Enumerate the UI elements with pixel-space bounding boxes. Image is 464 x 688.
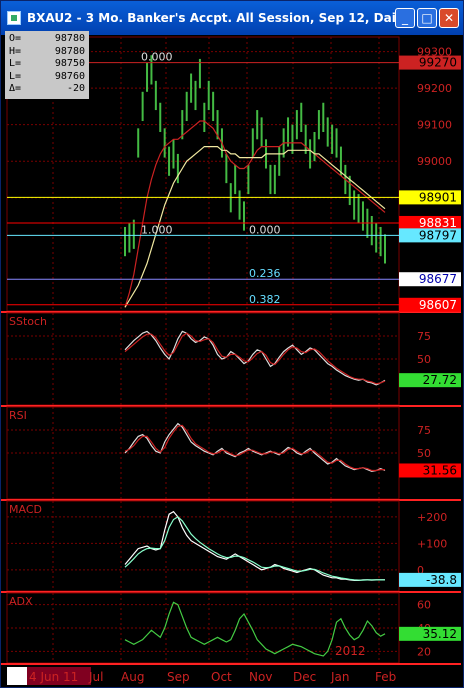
x-tick-label: Jul — [88, 670, 103, 684]
minimize-button[interactable]: _ — [395, 8, 415, 28]
last-value-label: 35.12 — [423, 627, 457, 641]
last-value-label: 27.72 — [423, 373, 457, 387]
indicator-title: RSI — [9, 409, 27, 422]
price-label: 99270 — [419, 56, 457, 70]
ohlc-label: Δ= — [9, 83, 22, 94]
y-tick-label: 99000 — [417, 155, 452, 168]
ohlc-value: 98780 — [54, 33, 85, 44]
chart-background — [1, 35, 463, 687]
y-tick-label: 99100 — [417, 119, 452, 132]
price-label: 98797 — [419, 228, 457, 242]
y-tick-label: 75 — [417, 330, 431, 343]
window-title: BXAU2 - 3 Mo. Banker's Accpt. All Sessio… — [27, 11, 408, 25]
fib-label: 1.000 — [141, 223, 173, 236]
y-tick-label: +100 — [417, 537, 447, 550]
indicator-title: SStoch — [9, 315, 47, 328]
chart-app-icon — [7, 11, 21, 25]
x-tick-label: Feb — [375, 670, 396, 684]
y-tick-label: 50 — [417, 353, 431, 366]
fib-label: 0.236 — [249, 267, 281, 280]
indicator-title: ADX — [9, 595, 33, 608]
x-axis-cursor-box — [7, 667, 27, 685]
fib-label: 0.000 — [249, 223, 281, 236]
x-tick-label: Jan — [330, 670, 350, 684]
ohlc-value: 98750 — [54, 58, 85, 69]
close-button[interactable]: ✕ — [439, 8, 459, 28]
y-tick-label: 99200 — [417, 82, 452, 95]
price-label: 98607 — [419, 298, 457, 312]
ohlc-label: L= — [9, 70, 22, 82]
ohlc-value: 98760 — [54, 70, 85, 82]
last-value-label: -38.8 — [426, 573, 457, 587]
price-label: 98901 — [419, 190, 457, 204]
year-label: 2012 — [335, 644, 366, 658]
x-tick-label: Sep — [167, 670, 190, 684]
x-tick-label: Dec — [293, 670, 316, 684]
x-tick-label: 4 Jun 11 — [29, 670, 78, 684]
x-tick-label: Aug — [121, 670, 144, 684]
x-tick-label: Oct — [211, 670, 232, 684]
ohlc-value: 98780 — [54, 45, 85, 57]
fib-label: 0.000 — [141, 51, 173, 64]
ohlc-label: H= — [9, 45, 22, 57]
ohlc-panel: O= 98780 H= 98780 L= 98750 L= 98760 Δ= -20 — [5, 31, 89, 99]
last-value-label: 31.56 — [423, 463, 457, 477]
maximize-button[interactable]: □ — [417, 8, 437, 28]
y-tick-label: 75 — [417, 424, 431, 437]
chart-canvas[interactable]: 9930099200991009900098900992709890198831… — [1, 35, 463, 687]
y-tick-label: 20 — [417, 645, 431, 658]
y-tick-label: 60 — [417, 599, 431, 612]
chart-window: BXAU2 - 3 Mo. Banker's Accpt. All Sessio… — [0, 0, 464, 688]
x-tick-label: Nov — [249, 670, 272, 684]
indicator-title: MACD — [9, 503, 42, 516]
ohlc-label: O= — [9, 33, 22, 44]
ohlc-value: -20 — [66, 83, 85, 94]
title-bar[interactable]: BXAU2 - 3 Mo. Banker's Accpt. All Sessio… — [1, 1, 463, 35]
ohlc-label: L= — [9, 58, 22, 69]
fib-label: 0.382 — [249, 293, 281, 306]
y-tick-label: 50 — [417, 447, 431, 460]
y-tick-label: +200 — [417, 511, 447, 524]
price-label: 98677 — [419, 272, 457, 286]
